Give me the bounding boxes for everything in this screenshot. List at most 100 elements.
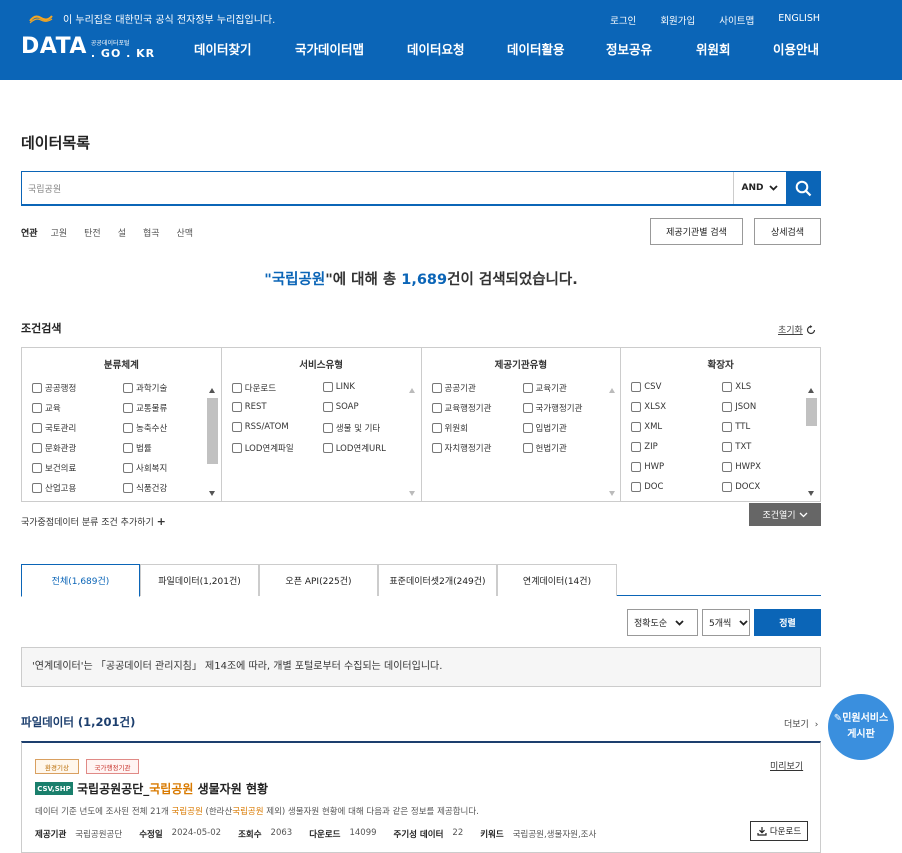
sitemap-link[interactable]: 사이트맵 — [719, 13, 754, 27]
scroll-down-icon[interactable] — [408, 491, 415, 496]
dataset-title[interactable]: 국립공원공단_국립공원 생물자원 현황 — [77, 780, 268, 797]
filter-option[interactable]: SOAP — [322, 402, 359, 412]
filter-option[interactable]: DOC — [631, 482, 663, 492]
checkbox[interactable] — [32, 383, 42, 393]
filter-scrollbar[interactable] — [605, 384, 619, 500]
checkbox[interactable] — [322, 382, 333, 392]
checkbox[interactable] — [631, 462, 642, 472]
filter-option[interactable]: 산업고용 — [32, 482, 76, 494]
checkbox[interactable] — [123, 403, 133, 413]
checkbox[interactable] — [231, 402, 242, 412]
filter-option[interactable]: 공공기관 — [431, 382, 476, 394]
filter-scrollbar[interactable] — [205, 384, 219, 500]
filter-option[interactable]: 자치행정기관 — [431, 442, 491, 454]
checkbox[interactable] — [231, 383, 242, 393]
checkbox[interactable] — [431, 403, 442, 413]
scroll-up-icon[interactable] — [608, 388, 615, 393]
filter-option[interactable]: 공공행정 — [32, 382, 76, 394]
filter-option[interactable]: 교육행정기관 — [431, 402, 491, 414]
checkbox[interactable] — [231, 422, 242, 432]
filter-option[interactable]: 법률 — [123, 442, 152, 454]
filter-option[interactable]: 사회복지 — [123, 462, 167, 474]
filter-option[interactable]: TXT — [722, 442, 751, 452]
tab-linked-data[interactable]: 연계데이터(14건) — [497, 564, 617, 596]
reset-button[interactable]: 초기화 — [778, 323, 816, 336]
related-keyword[interactable]: 산맥 — [177, 226, 194, 239]
checkbox[interactable] — [32, 463, 42, 473]
login-link[interactable]: 로그인 — [610, 13, 636, 27]
per-page-select[interactable]: 5개씩 — [702, 609, 750, 636]
checkbox[interactable] — [322, 402, 333, 412]
checkbox[interactable] — [631, 402, 642, 412]
more-link[interactable]: 더보기 › — [784, 717, 818, 730]
checkbox[interactable] — [522, 443, 533, 453]
filter-option[interactable]: XML — [631, 422, 662, 432]
nav-data-find[interactable]: 데이터찾기 — [194, 39, 252, 58]
nav-data-use[interactable]: 데이터활용 — [507, 39, 565, 58]
checkbox[interactable] — [32, 403, 42, 413]
add-national-key-condition[interactable]: 국가중점데이터 분류 조건 추가하기 + — [21, 515, 166, 528]
related-keyword[interactable]: 탄전 — [84, 226, 101, 239]
filter-option[interactable]: LOD연계URL — [322, 442, 386, 454]
scroll-thumb[interactable] — [207, 398, 218, 464]
filter-option[interactable]: LINK — [322, 382, 355, 392]
condition-open-button[interactable]: 조건열기 — [749, 503, 821, 526]
checkbox[interactable] — [722, 482, 733, 492]
checkbox[interactable] — [722, 462, 733, 472]
checkbox[interactable] — [123, 423, 133, 433]
related-keyword[interactable]: 협곡 — [143, 226, 160, 239]
scroll-down-icon[interactable] — [808, 491, 815, 496]
filter-option[interactable]: JSON — [722, 402, 756, 412]
related-keyword[interactable]: 고원 — [51, 226, 68, 239]
operator-select[interactable]: AND — [733, 172, 786, 204]
filter-option[interactable]: 생물 및 기타 — [322, 422, 380, 434]
checkbox[interactable] — [123, 443, 133, 453]
filter-option[interactable]: 국가행정기관 — [522, 402, 582, 414]
nav-guide[interactable]: 이용안내 — [773, 39, 819, 58]
tab-open-api[interactable]: 오픈 API(225건) — [259, 564, 378, 596]
checkbox[interactable] — [32, 483, 42, 493]
filter-scrollbar[interactable] — [804, 384, 818, 500]
scroll-up-icon[interactable] — [808, 388, 815, 393]
checkbox[interactable] — [431, 423, 442, 433]
scroll-up-icon[interactable] — [408, 388, 415, 393]
tab-file-data[interactable]: 파일데이터(1,201건) — [140, 564, 259, 596]
filter-option[interactable]: 문화관광 — [32, 442, 76, 454]
sort-apply-button[interactable]: 정렬 — [754, 609, 821, 636]
checkbox[interactable] — [123, 483, 133, 493]
sort-order-select[interactable]: 정확도순 — [627, 609, 698, 636]
filter-option[interactable]: 교육 — [32, 402, 61, 414]
filter-option[interactable]: 교통물류 — [123, 402, 167, 414]
filter-option[interactable]: CSV — [631, 382, 661, 392]
detail-search-button[interactable]: 상세검색 — [754, 218, 821, 245]
checkbox[interactable] — [722, 402, 733, 412]
filter-option[interactable]: 다운로드 — [231, 382, 276, 394]
filter-option[interactable]: DOCX — [722, 482, 760, 492]
provider-search-button[interactable]: 제공기관별 검색 — [650, 218, 743, 245]
filter-scrollbar[interactable] — [405, 384, 419, 500]
related-keyword[interactable]: 설 — [118, 226, 126, 239]
filter-option[interactable]: 헌법기관 — [522, 442, 567, 454]
tab-standard-dataset[interactable]: 표준데이터셋2개(249건) — [378, 564, 497, 596]
checkbox[interactable] — [631, 482, 642, 492]
checkbox[interactable] — [32, 443, 42, 453]
filter-option[interactable]: HWPX — [722, 462, 761, 472]
filter-option[interactable]: 입법기관 — [522, 422, 567, 434]
filter-option[interactable]: TTL — [722, 422, 750, 432]
checkbox[interactable] — [522, 383, 533, 393]
checkbox[interactable] — [32, 423, 42, 433]
filter-option[interactable]: XLSX — [631, 402, 666, 412]
nav-info-share[interactable]: 정보공유 — [606, 39, 652, 58]
filter-option[interactable]: REST — [231, 402, 267, 412]
checkbox[interactable] — [522, 403, 533, 413]
checkbox[interactable] — [722, 442, 733, 452]
checkbox[interactable] — [123, 383, 133, 393]
checkbox[interactable] — [631, 422, 642, 432]
checkbox[interactable] — [722, 382, 733, 392]
filter-option[interactable]: 국토관리 — [32, 422, 76, 434]
filter-option[interactable]: HWP — [631, 462, 664, 472]
preview-link[interactable]: 미리보기 — [770, 759, 803, 772]
checkbox[interactable] — [322, 443, 333, 453]
nav-national-data-map[interactable]: 국가데이터맵 — [295, 39, 364, 58]
checkbox[interactable] — [431, 383, 442, 393]
